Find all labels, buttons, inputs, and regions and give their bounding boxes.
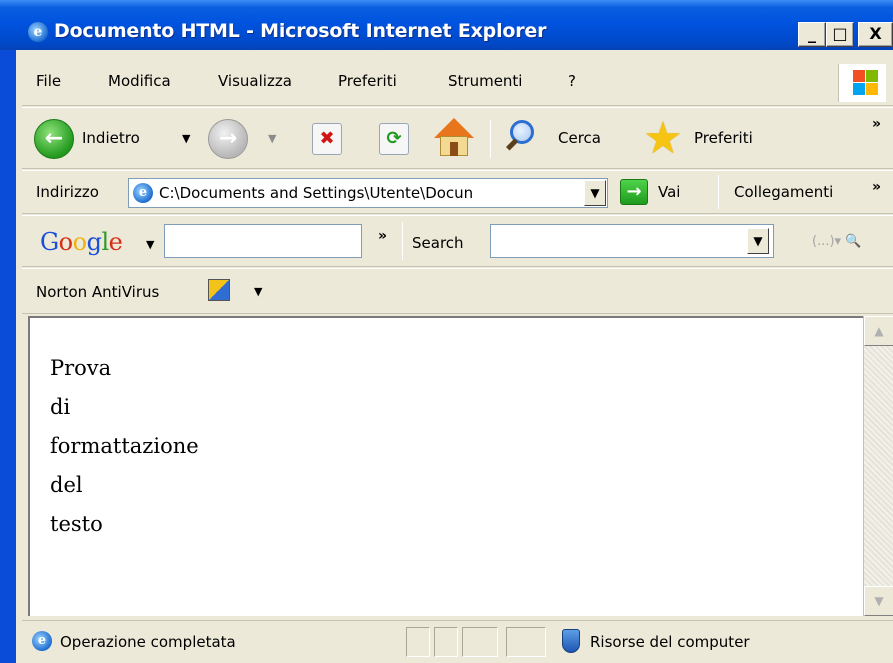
menu-preferiti[interactable]: Preferiti [338,72,397,90]
favorites-button-label[interactable]: Preferiti [694,129,753,147]
google-separator [402,222,403,260]
status-panel [406,627,430,657]
content-line: testo [50,512,103,536]
content-line: del [50,473,83,497]
menu-strumenti[interactable]: Strumenti [448,72,522,90]
browser-window: e Documento HTML - Microsoft Internet Ex… [0,0,893,663]
google-search-dropdown-button[interactable]: ▼ [747,228,769,254]
address-input[interactable]: e C:\Documents and Settings\Utente\Docun… [128,178,608,208]
forward-dropdown-arrow-icon[interactable]: ▼ [268,132,276,145]
go-button-label[interactable]: Vai [658,183,680,201]
maximize-button[interactable]: □ [826,22,854,47]
status-panel [434,627,458,657]
content-line: di [50,395,71,419]
stop-icon[interactable]: ✖ [312,123,342,155]
back-arrow-icon[interactable]: ← [34,119,74,159]
menu-visualizza[interactable]: Visualizza [218,72,292,90]
toolbar-separator [490,120,491,158]
favorites-star-icon[interactable]: ★ [640,116,686,162]
close-button[interactable]: X [858,22,893,47]
norton-antivirus-icon[interactable] [208,279,230,301]
google-logo[interactable]: Google [40,228,123,256]
search-icon[interactable] [504,120,538,154]
address-separator [718,175,719,209]
content-line: formattazione [50,434,199,458]
security-zone-text: Risorse del computer [590,633,750,651]
norton-dropdown-arrow-icon[interactable]: ▼ [254,285,262,298]
norton-toolbar: Norton AntiVirus ▼ [22,268,893,314]
address-bar: Indirizzo e C:\Documents and Settings\Ut… [22,170,893,214]
menu-file[interactable]: File [36,72,61,90]
status-panel [462,627,498,657]
google-toolbar: Google ▼ » Search ▼ (...)▾ 🔍 [22,215,893,267]
vertical-scrollbar[interactable]: ▲ ▼ [863,316,893,616]
address-value[interactable]: C:\Documents and Settings\Utente\Docun [159,184,579,202]
google-more-chevron[interactable]: » [378,228,387,244]
title-bar[interactable]: e Documento HTML - Microsoft Internet Ex… [0,0,893,50]
content-line: Prova [50,356,112,380]
standard-toolbar: ← Indietro ▼ → ▼ ✖ ⟳ Cerca ★ Preferiti » [22,107,893,169]
status-bar: e Operazione completata Risorse del comp… [22,620,893,663]
google-search-input[interactable]: ▼ [490,224,774,258]
windows-logo-icon [838,64,886,102]
minimize-button[interactable]: _ [798,22,826,47]
back-button-label[interactable]: Indietro [82,129,140,147]
menu-modifica[interactable]: Modifica [108,72,171,90]
links-label[interactable]: Collegamenti [734,183,833,201]
menu-bar: File Modifica Visualizza Preferiti Strum… [22,60,893,106]
refresh-icon[interactable]: ⟳ [379,123,409,155]
computer-zone-icon [562,629,580,653]
scroll-down-button[interactable]: ▼ [864,586,893,616]
links-more-chevron[interactable]: » [872,179,881,195]
address-dropdown-button[interactable]: ▼ [584,180,606,206]
google-search-label[interactable]: Search [412,234,464,252]
norton-label[interactable]: Norton AntiVirus [36,283,159,301]
scroll-up-button[interactable]: ▲ [864,316,893,346]
status-panel [506,627,546,657]
forward-arrow-icon[interactable]: → [208,119,248,159]
search-button-label[interactable]: Cerca [558,129,601,147]
google-query-input[interactable] [164,224,362,258]
page-icon: e [133,183,153,203]
go-arrow-icon[interactable]: → [620,179,648,205]
window-title: Documento HTML - Microsoft Internet Expl… [54,20,547,42]
back-dropdown-arrow-icon[interactable]: ▼ [182,132,190,145]
toolbar-more-chevron[interactable]: » [872,116,881,132]
google-tools-icons[interactable]: (...)▾ 🔍 [812,234,861,249]
home-icon[interactable] [432,118,476,160]
status-text: Operazione completata [60,633,236,651]
page-content[interactable]: Prova di formattazione del testo [28,316,863,616]
ie-logo-icon[interactable]: e [28,22,48,42]
google-menu-arrow-icon[interactable]: ▼ [146,238,154,251]
address-label: Indirizzo [36,183,99,201]
menu-help[interactable]: ? [568,72,576,90]
status-page-icon: e [32,631,52,651]
